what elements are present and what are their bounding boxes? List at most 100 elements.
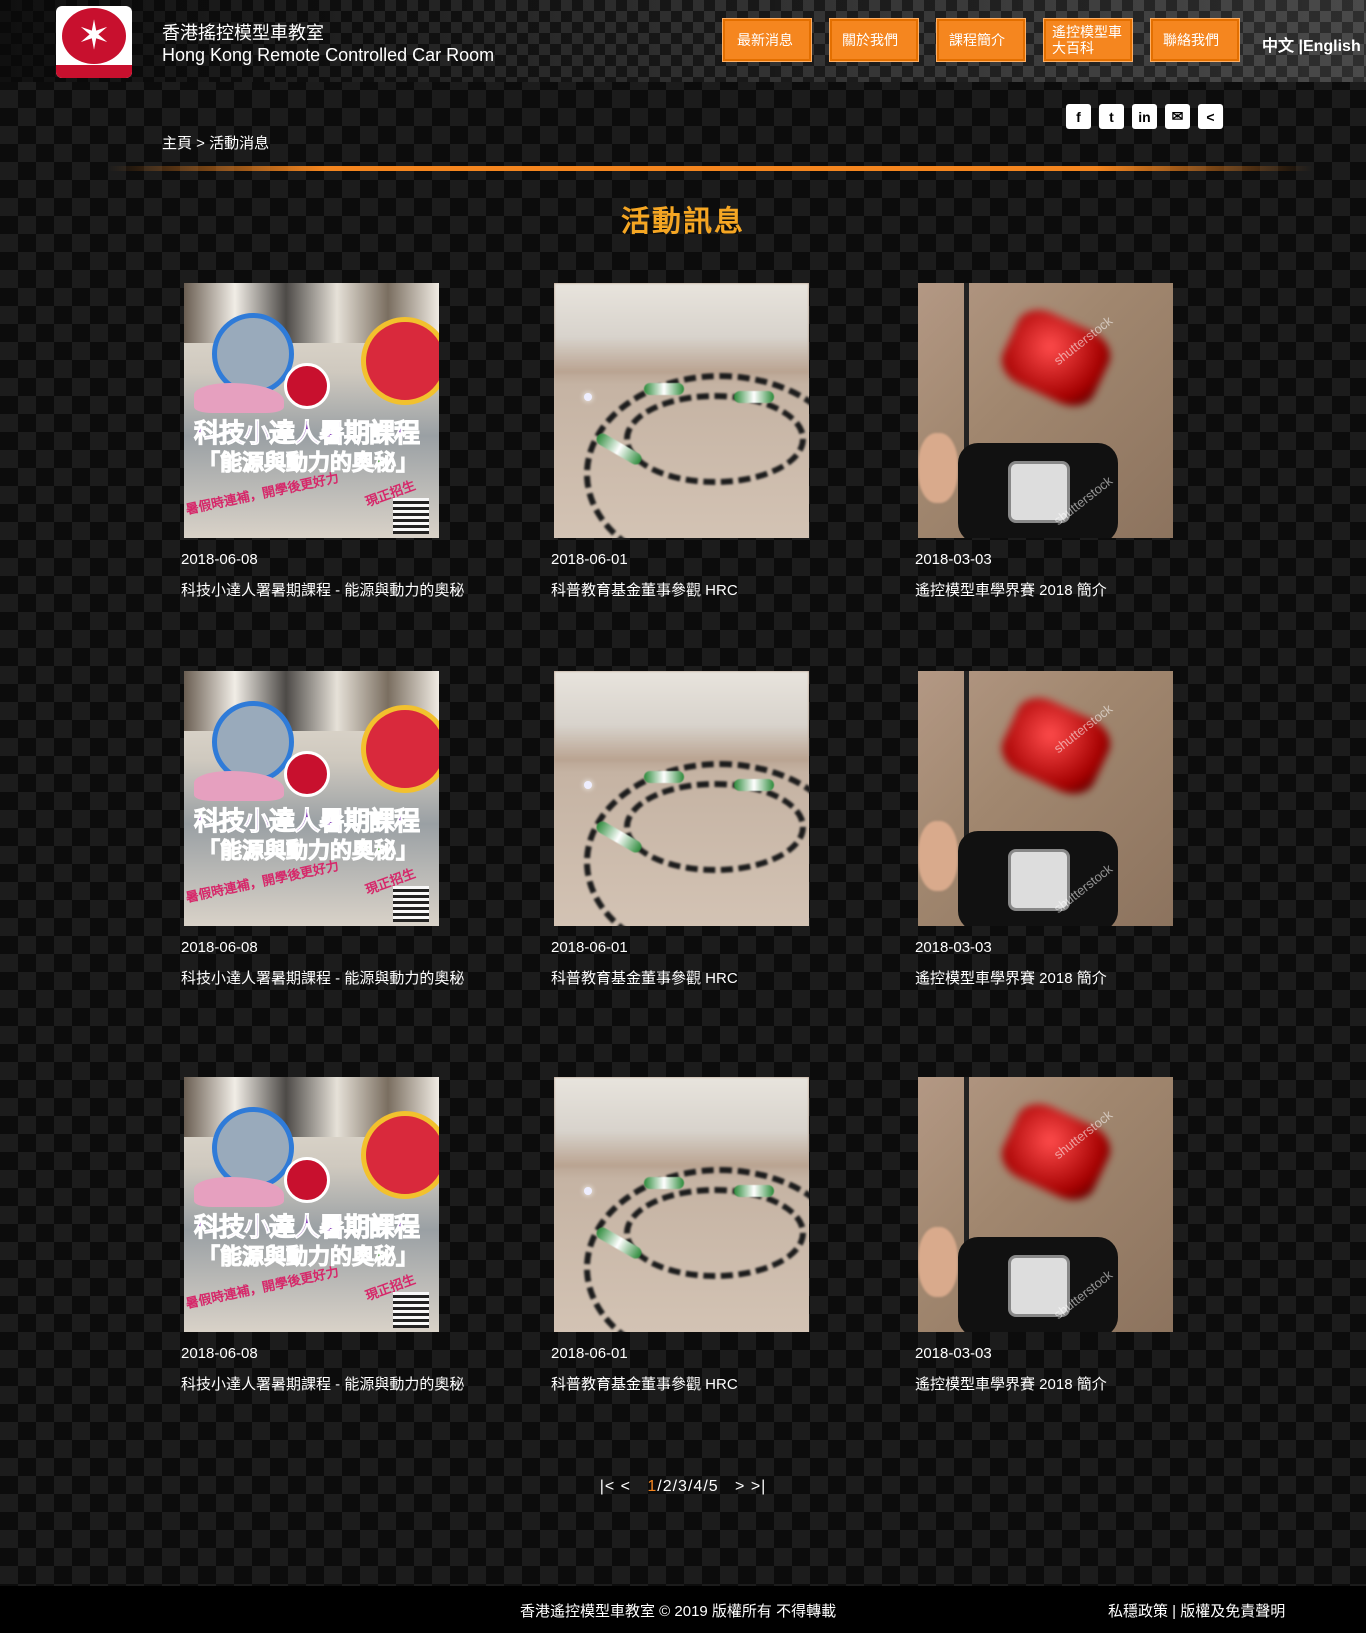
nav-courses[interactable]: 課程簡介 [936, 18, 1026, 62]
breadcrumb-separator: > [192, 135, 210, 152]
finger [918, 433, 958, 503]
news-card[interactable]: shutterstock shutterstock 2018-03-03 遙控模型車學… [915, 1077, 1238, 1393]
news-thumbnail-rccar[interactable]: shutterstock shutterstock [918, 1077, 1173, 1332]
last-page-link[interactable]: >| [751, 1478, 767, 1495]
news-date: 2018-03-03 [915, 939, 992, 956]
disclaimer-link[interactable]: 版權及免責聲明 [1180, 1603, 1285, 1620]
page-link-5[interactable]: 5 [709, 1478, 719, 1495]
news-card[interactable]: shutterstock shutterstock 2018-03-03 遙控模型車學… [915, 283, 1238, 599]
antenna [964, 283, 969, 453]
news-title[interactable]: 科普教育基金董事參觀 HRC [551, 967, 738, 988]
lang-separator: | [1294, 38, 1303, 55]
news-thumbnail-poster[interactable]: 科技小達人暑期課程 「能源與動力的奧秘」 暑假時連補，開學後更好力 現正招生 [184, 283, 439, 538]
track-rail [624, 393, 806, 485]
finger [918, 1227, 958, 1297]
breadcrumb-current: 活動消息 [209, 135, 270, 152]
track-kerb [734, 1185, 774, 1197]
news-title[interactable]: 科技小達人署暑期課程 - 能源與動力的奧秘 [181, 967, 464, 988]
breadcrumb-home[interactable]: 主頁 [162, 135, 192, 152]
news-title[interactable]: 科技小達人署暑期課程 - 能源與動力的奧秘 [181, 579, 464, 600]
language-switcher: 中文 |English [1262, 32, 1361, 56]
track-kerb [644, 771, 684, 783]
poster-circle-photo [361, 317, 439, 405]
news-date: 2018-06-01 [551, 939, 628, 956]
news-card[interactable]: 科技小達人暑期課程 「能源與動力的奧秘」 暑假時連補，開學後更好力 現正招生 2018-… [181, 283, 504, 599]
site-brand: 香港搖控模型車教室 Hong Kong Remote Controlled Ca… [162, 22, 494, 66]
qr-code-icon [393, 498, 429, 534]
page-link-3[interactable]: 3 [678, 1478, 688, 1495]
breadcrumb: 主頁 > 活動消息 [162, 132, 269, 153]
lang-zh[interactable]: 中文 [1262, 38, 1294, 55]
news-title[interactable]: 科技小達人署暑期課程 - 能源與動力的奧秘 [181, 1373, 464, 1394]
news-date: 2018-06-01 [551, 1345, 628, 1362]
news-title[interactable]: 遙控模型車學界賽 2018 簡介 [915, 579, 1107, 600]
pagination: |< < 1/2/3/4/5 > >| [599, 1478, 767, 1495]
track-background [554, 1077, 809, 1167]
news-date: 2018-06-08 [181, 939, 258, 956]
linkedin-icon[interactable]: in [1132, 104, 1157, 129]
qr-code-icon [393, 886, 429, 922]
first-page-link[interactable]: |< [600, 1478, 616, 1495]
news-thumbnail-track[interactable] [554, 283, 809, 538]
privacy-policy-link[interactable]: 私穩政策 [1108, 1603, 1168, 1620]
news-date: 2018-06-01 [551, 551, 628, 568]
news-date: 2018-06-08 [181, 1345, 258, 1362]
news-date: 2018-06-08 [181, 551, 258, 568]
news-card[interactable]: 2018-06-01 科普教育基金董事參觀 HRC [551, 283, 874, 599]
nav-latest-news[interactable]: 最新消息 [722, 18, 812, 62]
finger [918, 821, 958, 891]
news-card[interactable]: 科技小達人暑期課程 「能源與動力的奧秘」 暑假時連補，開學後更好力 現正招生 2018-… [181, 1077, 504, 1393]
logo-band [56, 65, 132, 78]
news-card[interactable]: 科技小達人暑期課程 「能源與動力的奧秘」 暑假時連補，開學後更好力 現正招生 2018-… [181, 671, 504, 987]
prev-page-link[interactable]: < [621, 1478, 631, 1495]
car-light [584, 781, 592, 789]
track-background [554, 283, 809, 373]
qr-code-icon [393, 1292, 429, 1328]
news-thumbnail-rccar[interactable]: shutterstock shutterstock [918, 671, 1173, 926]
car-light [584, 393, 592, 401]
share-icon[interactable]: < [1198, 104, 1223, 129]
news-card[interactable]: 2018-06-01 科普教育基金董事參觀 HRC [551, 1077, 874, 1393]
news-card[interactable]: 2018-06-01 科普教育基金董事參觀 HRC [551, 671, 874, 987]
news-card[interactable]: shutterstock shutterstock 2018-03-03 遙控模型車學… [915, 671, 1238, 987]
nav-contact-us[interactable]: 聯絡我們 [1150, 18, 1240, 62]
star-icon: ✶ [77, 13, 111, 59]
facebook-icon[interactable]: f [1066, 104, 1091, 129]
page-title: 活動訊息 [620, 206, 745, 238]
poster-circle-photo [361, 705, 439, 793]
copyright-text: 香港遙控模型車教室 © 2019 版權所有 不得轉載 [520, 1603, 837, 1620]
news-date: 2018-03-03 [915, 1345, 992, 1362]
news-title[interactable]: 科普教育基金董事參觀 HRC [551, 579, 738, 600]
track-kerb [644, 383, 684, 395]
header-divider [108, 166, 1313, 171]
news-title[interactable]: 遙控模型車學界賽 2018 簡介 [915, 967, 1107, 988]
site-title-en: Hong Kong Remote Controlled Car Room [162, 45, 495, 65]
page-link-1[interactable]: 1 [647, 1478, 657, 1495]
site-title-zh: 香港搖控模型車教室 [162, 23, 324, 43]
twitter-icon[interactable]: t [1099, 104, 1124, 129]
antenna [964, 671, 969, 841]
social-share-bar: f t in ✉ < [1066, 104, 1223, 129]
logo[interactable]: ✶ [56, 6, 132, 78]
page-link-4[interactable]: 4 [693, 1478, 703, 1495]
next-page-link[interactable]: > [735, 1478, 745, 1495]
track-kerb [734, 779, 774, 791]
email-icon[interactable]: ✉ [1165, 104, 1190, 129]
news-thumbnail-track[interactable] [554, 1077, 809, 1332]
nav-about-us[interactable]: 關於我們 [829, 18, 919, 62]
track-background [554, 671, 809, 761]
footer-separator: | [1168, 1603, 1181, 1620]
news-thumbnail-rccar[interactable]: shutterstock shutterstock [918, 283, 1173, 538]
lang-en[interactable]: English [1303, 38, 1361, 55]
news-thumbnail-poster[interactable]: 科技小達人暑期課程 「能源與動力的奧秘」 暑假時連補，開學後更好力 現正招生 [184, 1077, 439, 1332]
antenna [964, 1077, 969, 1247]
news-thumbnail-track[interactable] [554, 671, 809, 926]
news-title[interactable]: 遙控模型車學界賽 2018 簡介 [915, 1373, 1107, 1394]
news-title[interactable]: 科普教育基金董事參觀 HRC [551, 1373, 738, 1394]
car-light [584, 1187, 592, 1195]
poster-logo [284, 1157, 330, 1203]
news-thumbnail-poster[interactable]: 科技小達人暑期課程 「能源與動力的奧秘」 暑假時連補，開學後更好力 現正招生 [184, 671, 439, 926]
track-kerb [734, 391, 774, 403]
nav-rc-encyclopedia[interactable]: 遙控模型車大百科 [1043, 18, 1133, 62]
page-link-2[interactable]: 2 [663, 1478, 673, 1495]
